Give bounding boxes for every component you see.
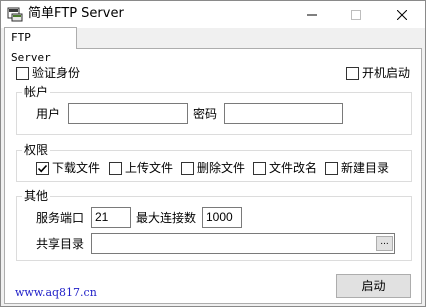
perm-delete-label: 删除文件 [197,161,246,175]
start-button[interactable]: 启动 [336,274,411,298]
website-link[interactable]: www.aq817.cn [15,286,97,299]
max-conn-input[interactable]: 1000 [202,207,242,228]
perm-delete-box[interactable] [181,161,194,175]
minimize-icon [307,14,317,15]
perm-rename-box[interactable] [253,161,266,175]
perm-rename-label: 文件改名 [269,161,318,175]
share-dir-input[interactable] [91,233,395,254]
auth-checkbox-box[interactable] [16,66,29,80]
autostart-checkbox-box[interactable] [346,66,359,80]
app-icon [7,7,23,22]
perm-delete-checkbox[interactable]: 删除文件 [181,161,245,175]
perm-download-label: 下载文件 [52,161,101,175]
perm-mkdir-label: 新建目录 [341,161,390,175]
perm-mkdir-box[interactable] [325,161,338,175]
window-title: 简单FTP Server [28,6,124,21]
user-input[interactable] [68,103,188,124]
perm-upload-checkbox[interactable]: 上传文件 [109,161,173,175]
perm-upload-label: 上传文件 [125,161,174,175]
port-label: 服务端口 [36,211,85,225]
tab-ftp-server[interactable]: FTP Server [4,27,77,64]
password-label: 密码 [193,107,218,121]
title-bar[interactable]: 简单FTP Server [1,1,425,28]
tab-panel: 验证身份 开机启动 帐户 用户 密码 权限 下载文件 上传文件 删除文件 文件改… [4,48,422,304]
user-label: 用户 [36,107,61,121]
autostart-label: 开机启动 [362,66,411,80]
perm-rename-checkbox[interactable]: 文件改名 [253,161,317,175]
minimize-button[interactable] [293,1,331,28]
checkmark-icon [37,164,48,172]
auth-checkbox[interactable]: 验证身份 [16,66,80,80]
main-window: 简单FTP Server FTP Server 验证身份 开机启动 帐户 用户 … [0,0,426,307]
browse-button[interactable]: ... [376,236,393,251]
permissions-group-title: 权限 [22,143,51,157]
autostart-checkbox[interactable]: 开机启动 [346,66,410,80]
max-conn-label: 最大连接数 [136,211,197,225]
other-group-title: 其他 [22,189,51,203]
port-input[interactable]: 21 [91,207,131,228]
close-button[interactable] [383,1,421,28]
perm-upload-box[interactable] [109,161,122,175]
perm-mkdir-checkbox[interactable]: 新建目录 [325,161,389,175]
close-icon [397,9,407,20]
maximize-icon [351,9,361,20]
perm-download-box[interactable] [36,161,49,175]
auth-label: 验证身份 [32,66,81,80]
password-input[interactable] [224,103,343,124]
maximize-button[interactable] [337,1,375,28]
perm-download-checkbox[interactable]: 下载文件 [36,161,100,175]
share-dir-label: 共享目录 [36,237,85,251]
account-group-title: 帐户 [22,85,51,99]
